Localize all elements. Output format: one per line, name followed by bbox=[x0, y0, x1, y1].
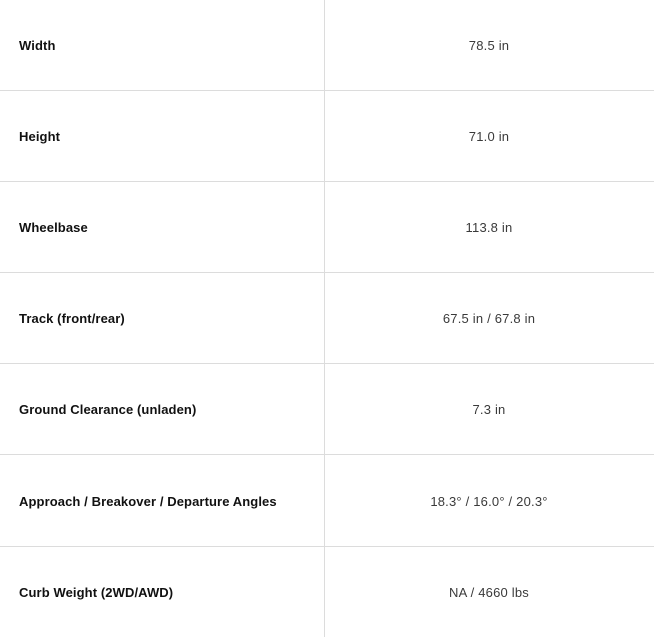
spec-row-curb-weight: Curb Weight (2WD/AWD) NA / 4660 lbs bbox=[0, 547, 654, 638]
spec-value: 71.0 in bbox=[468, 128, 510, 144]
spec-row-angles: Approach / Breakover / Departure Angles … bbox=[0, 456, 654, 547]
spec-label: Height bbox=[19, 128, 61, 144]
spec-label: Approach / Breakover / Departure Angles bbox=[19, 493, 277, 509]
spec-value: NA / 4660 lbs bbox=[449, 585, 529, 600]
spec-row-ground-clearance: Ground Clearance (unladen) 7.3 in bbox=[0, 364, 654, 455]
spec-row-width: Width 78.5 in bbox=[0, 0, 654, 91]
spec-row-wheelbase: Wheelbase 113.8 in bbox=[0, 182, 654, 273]
column-divider bbox=[324, 0, 325, 637]
specifications-table: Width 78.5 in Height 71.0 in Wheelbase 1… bbox=[0, 0, 654, 637]
spec-value: 7.3 in bbox=[472, 401, 506, 417]
spec-row-track: Track (front/rear) 67.5 in / 67.8 in bbox=[0, 273, 654, 364]
spec-row-height: Height 71.0 in bbox=[0, 91, 654, 182]
spec-label: Curb Weight (2WD/AWD) bbox=[19, 585, 174, 600]
spec-label: Ground Clearance (unladen) bbox=[19, 401, 197, 417]
spec-label: Wheelbase bbox=[19, 219, 88, 235]
spec-value: 18.3° / 16.0° / 20.3° bbox=[430, 493, 548, 509]
spec-label: Track (front/rear) bbox=[19, 310, 125, 326]
spec-value: 67.5 in / 67.8 in bbox=[442, 310, 536, 326]
spec-value: 113.8 in bbox=[465, 219, 513, 235]
spec-label: Width bbox=[19, 37, 56, 53]
spec-value: 78.5 in bbox=[468, 37, 510, 53]
